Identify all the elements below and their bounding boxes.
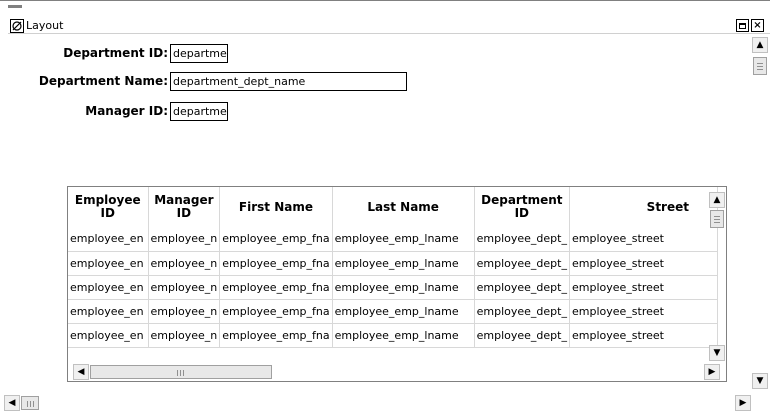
table-cell[interactable]: employee_dept_ — [474, 227, 570, 252]
table-cell[interactable]: employee_dept_ — [474, 275, 570, 300]
employee-grid: Employee ID Manager ID First Name Last N… — [67, 186, 727, 382]
table-cell[interactable]: employee_street — [569, 323, 718, 348]
table-cell[interactable]: employee_emp_lname — [332, 299, 475, 324]
column-header-employee-id[interactable]: Employee ID — [68, 187, 149, 227]
column-header-street[interactable]: Street — [569, 187, 718, 227]
field-department-id: Department ID: departme — [0, 44, 300, 64]
column-header-manager-id[interactable]: Manager ID — [148, 187, 221, 227]
table-cell[interactable]: employee_n — [148, 275, 221, 300]
table-cell[interactable]: employee_en — [68, 275, 149, 300]
close-icon[interactable]: × — [751, 19, 764, 32]
table-row[interactable]: employee_en employee_n employee_emp_fna … — [68, 251, 718, 276]
employee-table: Employee ID Manager ID First Name Last N… — [68, 187, 718, 348]
column-header-first-name[interactable]: First Name — [219, 187, 333, 227]
scroll-down-icon[interactable]: ▼ — [752, 373, 768, 389]
vertical-scroll-thumb[interactable] — [753, 57, 767, 75]
table-cell[interactable]: employee_street — [569, 251, 718, 276]
table-cell[interactable]: employee_emp_lname — [332, 275, 475, 300]
table-cell[interactable]: employee_en — [68, 251, 149, 276]
window-title: Layout — [26, 19, 64, 32]
table-cell[interactable]: employee_emp_lname — [332, 227, 475, 252]
window-frame-top — [0, 0, 770, 10]
field-department-name: Department Name: department_dept_name — [0, 72, 420, 92]
window-vertical-scrollbar[interactable]: ▲ ▼ — [752, 37, 768, 389]
table-row[interactable]: employee_en employee_n employee_emp_fna … — [68, 275, 718, 300]
grid-horizontal-scrollbar[interactable]: ◀ ▶ — [68, 364, 726, 381]
table-cell[interactable]: employee_emp_fna — [219, 323, 333, 348]
table-cell[interactable]: employee_emp_fna — [219, 299, 333, 324]
grid-horizontal-scroll-thumb[interactable] — [90, 365, 272, 379]
window-titlebar[interactable]: Layout × — [8, 18, 770, 34]
field-manager-id: Manager ID: departme — [0, 102, 300, 122]
scroll-left-icon[interactable]: ◀ — [4, 395, 20, 411]
grid-vertical-scroll-thumb[interactable] — [710, 210, 724, 228]
grid-scroll-left-icon[interactable]: ◀ — [73, 364, 89, 380]
table-cell[interactable]: employee_street — [569, 299, 718, 324]
grid-scroll-down-icon[interactable]: ▼ — [709, 345, 725, 361]
table-cell[interactable]: employee_n — [148, 323, 221, 348]
table-cell[interactable]: employee_dept_ — [474, 323, 570, 348]
table-row[interactable]: employee_en employee_n employee_emp_fna … — [68, 227, 718, 252]
column-header-last-name[interactable]: Last Name — [332, 187, 475, 227]
table-cell[interactable]: employee_emp_fna — [219, 227, 333, 252]
column-header-department-id[interactable]: Department ID — [474, 187, 570, 227]
table-cell[interactable]: employee_en — [68, 299, 149, 324]
table-cell[interactable]: employee_emp_fna — [219, 275, 333, 300]
department-name-label: Department Name: — [38, 74, 168, 88]
scroll-right-icon[interactable]: ▶ — [735, 395, 751, 411]
table-cell[interactable]: employee_dept_ — [474, 299, 570, 324]
grid-scroll-right-icon[interactable]: ▶ — [704, 364, 720, 380]
table-cell[interactable]: employee_emp_lname — [332, 251, 475, 276]
table-header-row: Employee ID Manager ID First Name Last N… — [68, 187, 718, 227]
grid-scroll-up-icon[interactable]: ▲ — [709, 192, 725, 208]
table-cell[interactable]: employee_en — [68, 323, 149, 348]
table-cell[interactable]: employee_street — [569, 275, 718, 300]
grid-vertical-scrollbar[interactable]: ▲ ▼ — [709, 187, 726, 364]
scroll-up-icon[interactable]: ▲ — [752, 37, 768, 53]
table-cell[interactable]: employee_emp_fna — [219, 251, 333, 276]
table-cell[interactable]: employee_n — [148, 299, 221, 324]
table-cell[interactable]: employee_street — [569, 227, 718, 252]
table-cell[interactable]: employee_n — [148, 251, 221, 276]
department-id-field[interactable]: departme — [170, 44, 228, 63]
table-cell[interactable]: employee_dept_ — [474, 251, 570, 276]
table-cell[interactable]: employee_n — [148, 227, 221, 252]
layout-window-icon[interactable] — [10, 19, 24, 33]
department-id-label: Department ID: — [63, 46, 168, 60]
maximize-icon[interactable] — [736, 19, 749, 32]
horizontal-scroll-thumb[interactable] — [21, 396, 39, 410]
manager-id-label: Manager ID: — [85, 104, 168, 118]
table-row[interactable]: employee_en employee_n employee_emp_fna … — [68, 323, 718, 348]
table-cell[interactable]: employee_emp_lname — [332, 323, 475, 348]
table-row[interactable]: employee_en employee_n employee_emp_fna … — [68, 299, 718, 324]
manager-id-field[interactable]: departme — [170, 102, 228, 121]
table-cell[interactable]: employee_en — [68, 227, 149, 252]
window-horizontal-scrollbar[interactable]: ◀ ▶ — [0, 395, 770, 411]
department-name-field[interactable]: department_dept_name — [170, 72, 407, 91]
